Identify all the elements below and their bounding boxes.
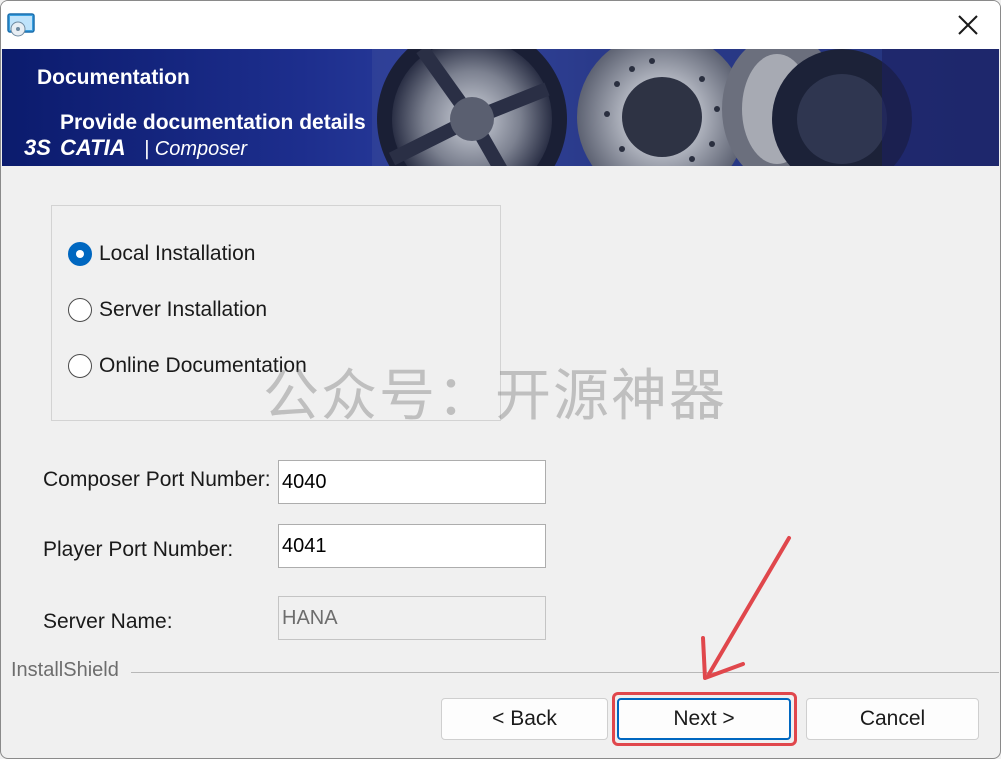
radio-button-checked[interactable] <box>68 242 92 266</box>
catia-composer-logo: 3S CATIA | Composer <box>24 135 248 160</box>
player-port-input[interactable] <box>278 524 546 568</box>
svg-text:CATIA: CATIA <box>60 135 126 160</box>
composer-port-label: Composer Port Number: <box>43 468 271 491</box>
close-button[interactable] <box>952 9 984 41</box>
server-name-input <box>278 596 546 640</box>
radio-local-installation[interactable]: Local Installation <box>68 239 255 269</box>
banner-title: Documentation <box>37 66 190 89</box>
header-banner: Documentation Provide documentation deta… <box>2 49 999 166</box>
installer-disc-icon <box>7 13 35 37</box>
title-bar <box>1 1 1000 49</box>
radio-button[interactable] <box>68 298 92 322</box>
banner-subtitle: Provide documentation details <box>60 111 366 134</box>
close-icon <box>958 15 978 35</box>
cancel-button[interactable]: Cancel <box>806 698 979 740</box>
installer-window: Documentation Provide documentation deta… <box>0 0 1001 759</box>
radio-server-installation[interactable]: Server Installation <box>68 295 267 325</box>
svg-text:3S: 3S <box>24 135 51 160</box>
radio-label: Server Installation <box>99 298 268 321</box>
svg-text:| Composer: | Composer <box>144 138 248 160</box>
radio-label: Local Installation <box>99 242 256 265</box>
watermark-text: 公众号：开源神器 <box>263 364 727 429</box>
back-button[interactable]: < Back <box>441 698 608 740</box>
composer-port-input[interactable] <box>278 460 546 504</box>
annotation-arrow-icon <box>701 536 791 680</box>
footer-divider <box>131 672 999 673</box>
player-port-label: Player Port Number: <box>43 538 234 561</box>
server-name-label: Server Name: <box>43 610 173 633</box>
installshield-brand: InstallShield <box>11 659 119 681</box>
radio-button[interactable] <box>68 354 92 378</box>
next-button-highlight-annotation <box>612 692 797 746</box>
